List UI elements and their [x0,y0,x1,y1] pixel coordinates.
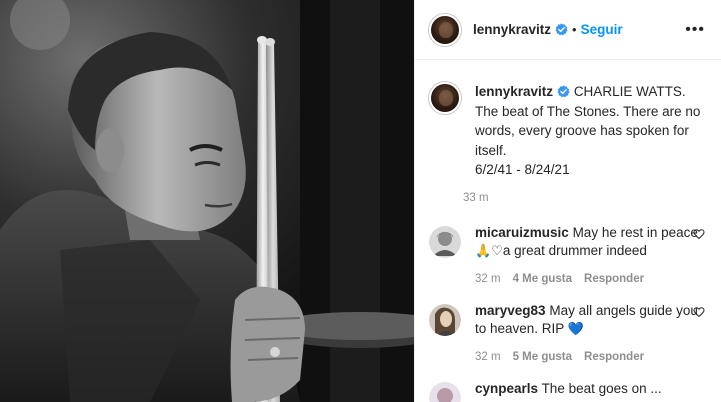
comment-body: cynpearls The beat goes on ... [475,380,699,402]
caption-dates: 6/2/41 - 8/24/21 [475,162,570,177]
reply-button[interactable]: Responder [584,348,644,366]
comment-item: maryveg83 May all angels guide you to he… [415,302,721,366]
photo-charlie-watts-drumsticks [0,0,414,402]
comment-time[interactable]: 32 m [475,270,501,288]
post-side-panel: lennykravitz • Seguir ••• lennykravitz C… [414,0,721,402]
avatar-image [429,381,461,402]
separator-dot: • [572,22,577,37]
author-info: lennykravitz • Seguir [473,22,623,37]
heart-emoji: ♡ [491,242,503,258]
comment-likes[interactable]: 4 Me gusta [513,270,572,288]
blue-heart-emoji: 💙 [567,320,585,336]
comment-username[interactable]: cynpearls [475,381,538,396]
comment-username[interactable]: micaruizmusic [475,225,569,240]
caption-username[interactable]: lennykravitz [475,84,553,99]
comment-text: The beat goes on ... [541,380,662,396]
comment-time[interactable]: 32 m [475,348,501,366]
author-username[interactable]: lennykravitz [473,22,551,37]
post-time[interactable]: 33 m [463,192,721,204]
comment-text: May he rest in peace [572,224,698,240]
commenter-avatar[interactable] [429,381,461,402]
post-header: lennykravitz • Seguir ••• [415,0,721,60]
verified-badge-icon [555,23,568,36]
avatar-image [429,225,461,258]
commenter-avatar[interactable] [429,225,461,258]
caption-author-avatar[interactable] [429,82,461,114]
author-avatar[interactable] [429,13,461,46]
commenter-avatar[interactable] [429,303,461,336]
post-photo[interactable] [0,0,414,402]
heart-outline-icon[interactable] [693,306,705,318]
avatar-image [429,303,461,336]
caption-body: lennykravitz CHARLIE WATTS. The beat of … [475,82,705,180]
comment-meta: 32 m 4 Me gusta Responder [475,270,699,288]
heart-outline-icon[interactable] [693,228,705,240]
comment-meta: 32 m 5 Me gusta Responder [475,348,699,366]
verified-badge-icon [557,85,570,98]
comment-body: maryveg83 May all angels guide you to he… [475,302,699,366]
follow-button[interactable]: Seguir [581,22,623,37]
comment-username[interactable]: maryveg83 [475,303,546,318]
post-modal: lennykravitz • Seguir ••• lennykravitz C… [0,0,721,402]
comment-likes[interactable]: 5 Me gusta [513,348,572,366]
comment-item: cynpearls The beat goes on ... [415,380,721,402]
praying-hands-emoji: 🙏 [475,242,492,258]
post-caption: lennykravitz CHARLIE WATTS. The beat of … [415,60,721,180]
reply-button[interactable]: Responder [584,270,644,288]
more-options-icon[interactable]: ••• [685,21,705,39]
comment-text-cont: a great drummer indeed [502,242,647,258]
comment-item: micaruizmusic May he rest in peace 🙏♡a gr… [415,224,721,288]
comment-body: micaruizmusic May he rest in peace 🙏♡a gr… [475,224,699,288]
